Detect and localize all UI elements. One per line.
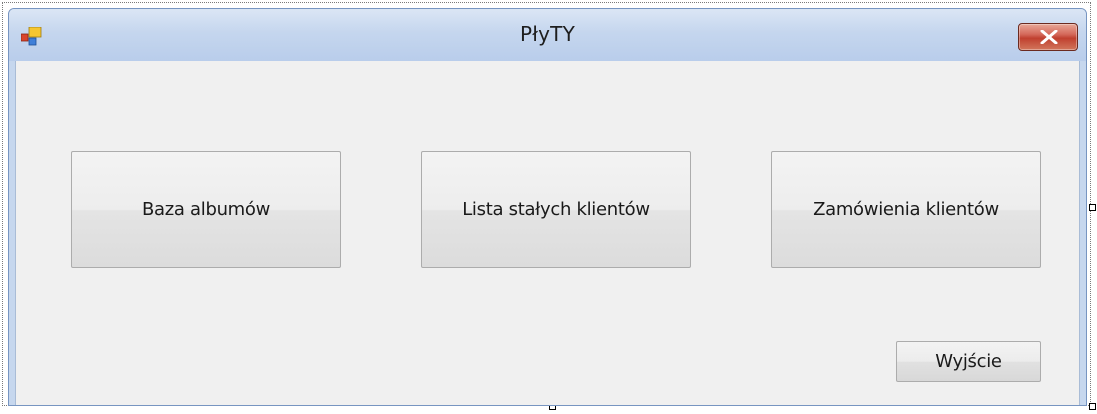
title-bar[interactable]: PłyTY xyxy=(9,9,1086,61)
window-title: PłyTY xyxy=(519,22,575,46)
regular-clients-list-button-label: Lista stałych klientów xyxy=(462,199,650,220)
album-database-button[interactable]: Baza albumów xyxy=(71,151,341,268)
exit-button-label: Wyjście xyxy=(935,351,1002,372)
client-orders-button[interactable]: Zamówienia klientów xyxy=(771,151,1041,268)
regular-clients-list-button[interactable]: Lista stałych klientów xyxy=(421,151,691,268)
close-button[interactable] xyxy=(1018,23,1078,51)
exit-button[interactable]: Wyjście xyxy=(896,341,1041,382)
form-window: PłyTY Baza albumów Lista stałych klientó… xyxy=(8,8,1087,406)
album-database-button-label: Baza albumów xyxy=(141,199,271,220)
form-client-area: Baza albumów Lista stałych klientów Zamó… xyxy=(15,61,1080,405)
close-icon xyxy=(1040,30,1058,44)
resize-handle-right[interactable] xyxy=(1089,204,1096,211)
resize-handle-corner[interactable] xyxy=(1089,403,1096,410)
client-orders-button-label: Zamówienia klientów xyxy=(813,199,999,220)
